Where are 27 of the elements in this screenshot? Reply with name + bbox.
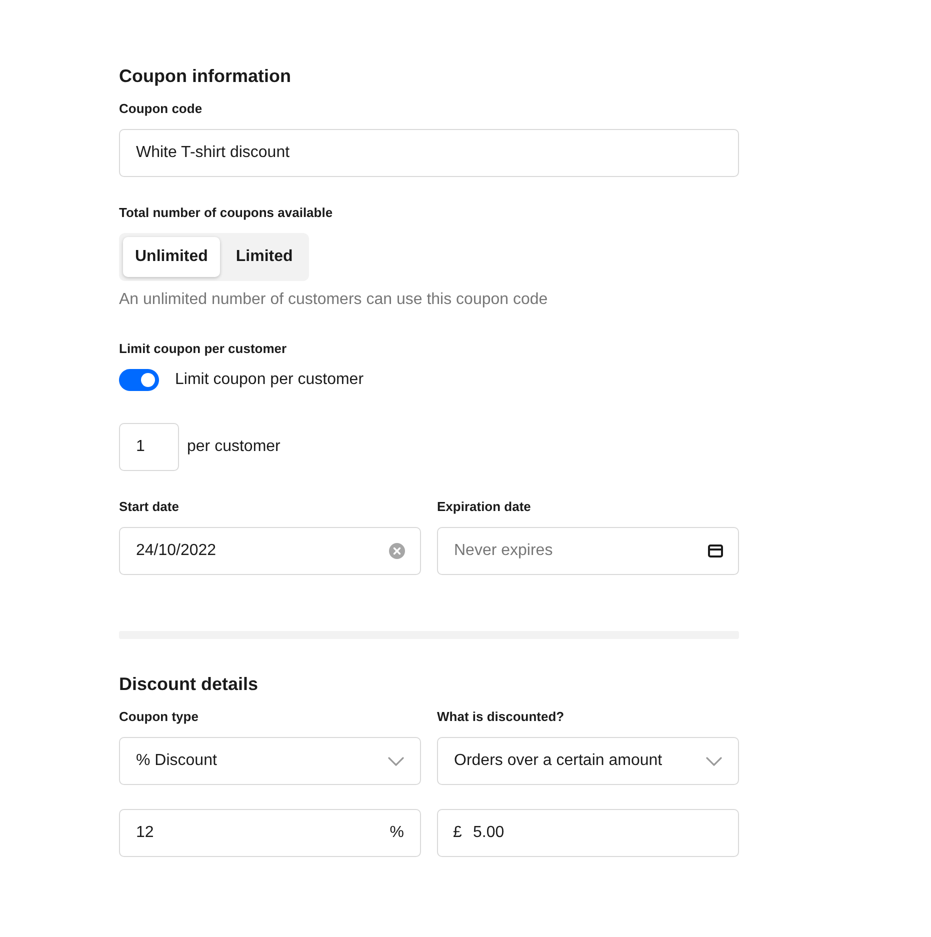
section-heading: Discount details — [119, 673, 260, 696]
coupon-type-select[interactable]: % Discount — [119, 737, 421, 785]
discount-target-select[interactable]: Orders over a certain amount — [437, 737, 739, 785]
section-heading: Coupon information — [119, 65, 292, 88]
clear-icon[interactable] — [389, 543, 405, 559]
date-field[interactable]: Never expires — [437, 527, 739, 575]
field-label: Expiration date — [437, 498, 532, 516]
segment-option[interactable]: Limited — [224, 237, 305, 277]
coupon-code-field[interactable]: White T-shirt discount — [119, 129, 739, 177]
chevron-down-icon — [388, 756, 404, 766]
quantity-field[interactable]: 1 — [119, 423, 179, 471]
toggle-switch[interactable] — [119, 369, 159, 391]
field-label: What is discounted? — [437, 708, 566, 726]
quantity-suffix: per customer — [187, 438, 280, 456]
percent-suffix: % — [390, 823, 404, 843]
helper-text: An unlimited number of customers can use this coupon code — [119, 290, 549, 310]
field-label: Coupon type — [119, 708, 200, 726]
calendar-icon[interactable] — [708, 544, 723, 558]
chevron-down-icon — [706, 756, 722, 766]
segment-option[interactable]: Unlimited — [123, 237, 220, 277]
field-label: Limit coupon per customer — [119, 340, 288, 358]
toggle-label: Limit coupon per customer — [175, 371, 364, 389]
field-label: Start date — [119, 498, 180, 516]
date-field[interactable]: 24/10/2022 — [119, 527, 421, 575]
field-label: Coupon code — [119, 100, 204, 118]
currency-prefix: £ — [453, 823, 462, 843]
field-label: Total number of coupons available — [119, 204, 334, 222]
